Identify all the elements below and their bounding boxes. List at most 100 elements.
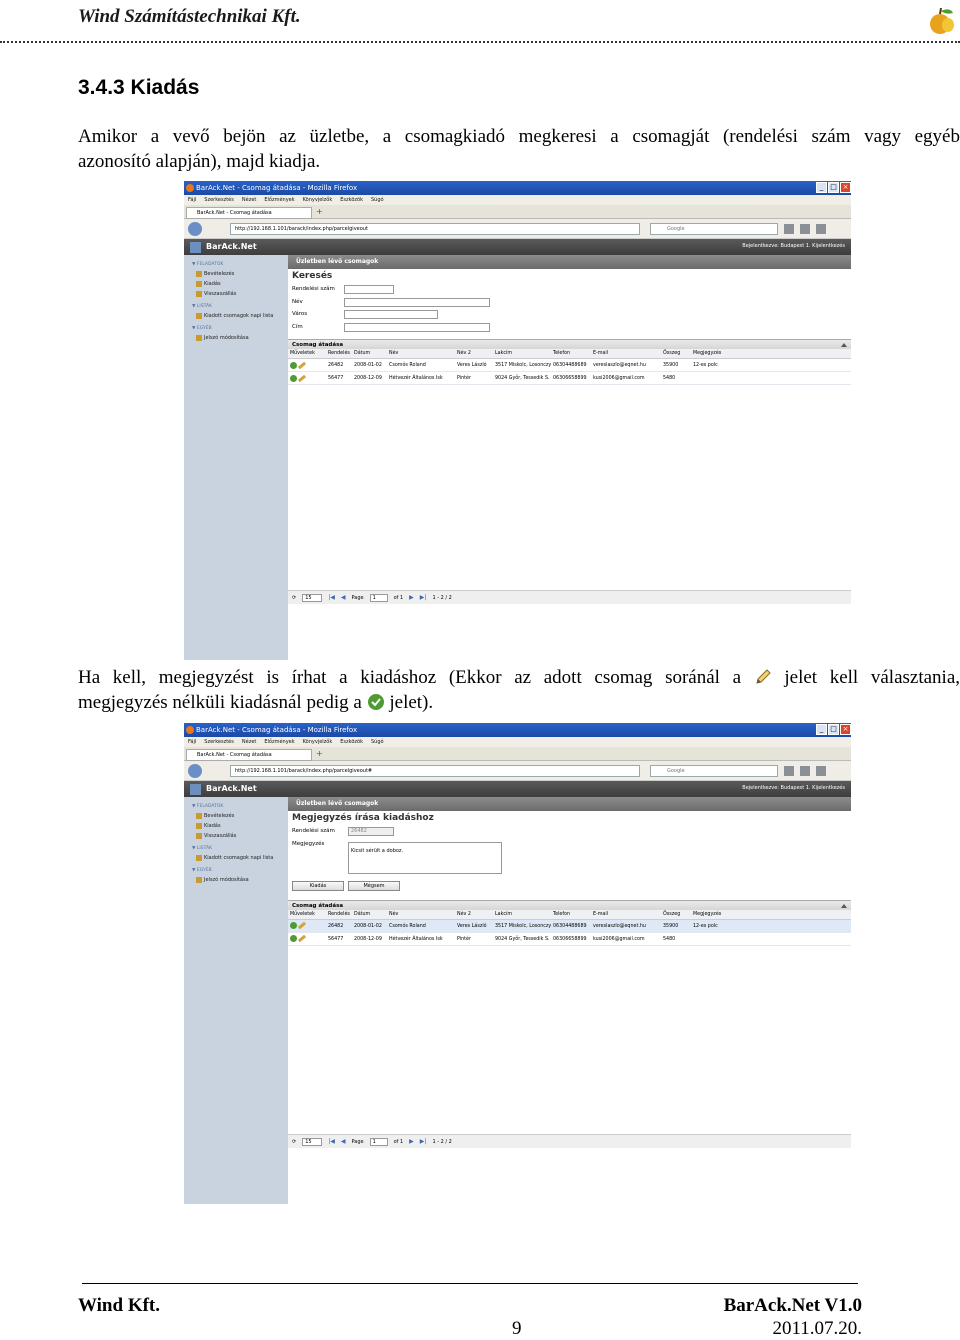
tools-icon[interactable] [816, 766, 826, 776]
maximize-icon[interactable]: □ [828, 182, 839, 193]
order-input[interactable] [344, 285, 394, 294]
user-info[interactable]: Bejelentkezve: Budapest 1. Kijelentkezés [742, 241, 845, 251]
column-header[interactable]: Dátum [352, 910, 387, 919]
column-header[interactable]: Lakcím [493, 349, 551, 358]
column-header[interactable]: Összeg [661, 910, 691, 919]
column-header[interactable]: Rendelés [326, 910, 352, 919]
grid-title[interactable]: Csomag átadása [288, 339, 851, 349]
back-icon[interactable] [188, 764, 202, 778]
sidebar-item-giveout[interactable]: Kiadás [184, 821, 288, 831]
column-header[interactable]: Műveletek [288, 910, 326, 919]
menu-view[interactable]: Nézet [242, 737, 256, 747]
sidebar-item-daily-list[interactable]: Kiadott csomagok napi lista [184, 853, 288, 863]
sidebar-item-return[interactable]: Visszaszállás [184, 289, 288, 299]
refresh-icon[interactable]: ⟳ [292, 1135, 296, 1149]
first-page-icon[interactable]: |◀ [328, 591, 335, 605]
bookmark-icon[interactable] [800, 766, 810, 776]
page-size-select[interactable]: 15 [302, 593, 323, 602]
pencil-icon[interactable] [297, 374, 307, 382]
pencil-icon[interactable] [297, 361, 307, 369]
maximize-icon[interactable]: □ [828, 724, 839, 735]
column-header[interactable]: Név 2 [455, 910, 493, 919]
grid-title[interactable]: Csomag átadása [288, 899, 851, 910]
column-header[interactable]: E-mail [591, 910, 661, 919]
table-row[interactable]: 56477 2008-12-09 Hétvezér Általános Isk Pin… [288, 933, 851, 946]
cancel-button[interactable]: Mégsem [348, 880, 400, 891]
sidebar-section-tasks[interactable]: ▼ FELADATOK [184, 803, 288, 811]
menu-help[interactable]: Súgó [371, 195, 384, 205]
bookmark-icon[interactable] [800, 224, 810, 234]
page-input[interactable]: 1 [369, 1137, 388, 1146]
tools-icon[interactable] [816, 224, 826, 234]
last-page-icon[interactable]: ▶| [420, 591, 427, 605]
new-tab-icon[interactable]: + [316, 750, 323, 758]
column-header[interactable]: Telefon [551, 349, 591, 358]
first-page-icon[interactable]: |◀ [328, 1135, 335, 1149]
table-row[interactable]: 26482 2008-01-02 Csomós Roland Veres László… [288, 919, 851, 933]
sidebar-section-lists[interactable]: ▼ LISTÁK [184, 303, 288, 311]
sidebar-item-giveout[interactable]: Kiadás [184, 279, 288, 289]
column-header[interactable]: Összeg [661, 349, 691, 358]
sidebar-section-other[interactable]: ▼ EGYÉB [184, 325, 288, 333]
sidebar-item-daily-list[interactable]: Kiadott csomagok napi lista [184, 311, 288, 321]
pencil-icon[interactable] [297, 934, 307, 943]
column-header[interactable]: Dátum [352, 349, 387, 358]
sidebar-item-intake[interactable]: Bevételezés [184, 269, 288, 279]
sidebar-item-password[interactable]: Jelszó módosítása [184, 875, 288, 885]
ok-check-icon[interactable] [290, 361, 297, 369]
browser-tab[interactable]: BarAck.Net - Csomag átadása [186, 749, 312, 761]
column-header[interactable]: Lakcím [493, 910, 551, 919]
next-page-icon[interactable]: ▶ [409, 1135, 414, 1149]
ok-check-icon[interactable] [290, 922, 297, 929]
sidebar-section-lists[interactable]: ▼ LISTÁK [184, 845, 288, 853]
menu-help[interactable]: Súgó [371, 737, 384, 747]
search-field[interactable]: Google [650, 223, 778, 235]
column-header[interactable]: Név [387, 349, 455, 358]
menu-file[interactable]: Fájl [188, 737, 196, 747]
next-page-icon[interactable]: ▶ [409, 591, 414, 605]
page-input[interactable]: 1 [369, 593, 388, 602]
url-field[interactable]: http://192.168.1.101/barack/index.php/pa… [230, 223, 640, 235]
column-header[interactable]: Telefon [551, 910, 591, 919]
url-field[interactable]: http://192.168.1.101/barack/index.php/pa… [230, 765, 640, 777]
address-input[interactable] [344, 322, 490, 332]
prev-page-icon[interactable]: ◀ [341, 591, 346, 605]
table-row[interactable]: 26482 2008-01-02 Csomós Roland Veres László… [288, 359, 851, 372]
refresh-icon[interactable]: ⟳ [292, 591, 296, 605]
close-icon[interactable]: × [840, 182, 851, 193]
user-info[interactable]: Bejelentkezve: Budapest 1. Kijelentkezés [742, 783, 845, 793]
note-textarea[interactable]: Kicsit sérült a doboz. [348, 841, 502, 874]
back-icon[interactable] [188, 222, 202, 236]
menu-history[interactable]: Előzmények [264, 195, 294, 205]
table-row[interactable]: 56477 2008-12-09 Hétvezér Általános Isk Pin… [288, 372, 851, 385]
column-header[interactable]: Megjegyzés [691, 910, 731, 919]
menu-tools[interactable]: Eszközök [340, 737, 363, 747]
column-header[interactable]: Név 2 [455, 349, 493, 358]
column-header[interactable]: Megjegyzés [691, 349, 731, 358]
sidebar-item-return[interactable]: Visszaszállás [184, 831, 288, 841]
menu-view[interactable]: Nézet [242, 195, 256, 205]
browser-tab[interactable]: BarAck.Net - Csomag átadása [186, 207, 312, 219]
home-icon[interactable] [784, 766, 794, 776]
ok-check-icon[interactable] [290, 374, 297, 382]
prev-page-icon[interactable]: ◀ [341, 1135, 346, 1149]
sidebar-item-password[interactable]: Jelszó módosítása [184, 333, 288, 343]
minimize-icon[interactable]: _ [816, 724, 827, 735]
menu-tools[interactable]: Eszközök [340, 195, 363, 205]
giveout-button[interactable]: Kiadás [292, 880, 344, 891]
column-header[interactable]: E-mail [591, 349, 661, 358]
minimize-icon[interactable]: _ [816, 182, 827, 193]
close-icon[interactable]: × [840, 724, 851, 735]
home-icon[interactable] [784, 224, 794, 234]
search-field[interactable]: Google [650, 765, 778, 777]
last-page-icon[interactable]: ▶| [420, 1135, 427, 1149]
menu-bookmarks[interactable]: Könyvjelzők [303, 737, 333, 747]
menu-bookmarks[interactable]: Könyvjelzők [303, 195, 333, 205]
sidebar-item-intake[interactable]: Bevételezés [184, 811, 288, 821]
ok-check-icon[interactable] [290, 935, 297, 942]
column-header[interactable]: Rendelés [326, 349, 352, 358]
pencil-icon[interactable] [297, 921, 307, 930]
column-header[interactable]: Név [387, 910, 455, 919]
menu-history[interactable]: Előzmények [264, 737, 294, 747]
column-header[interactable]: Műveletek [288, 349, 326, 358]
